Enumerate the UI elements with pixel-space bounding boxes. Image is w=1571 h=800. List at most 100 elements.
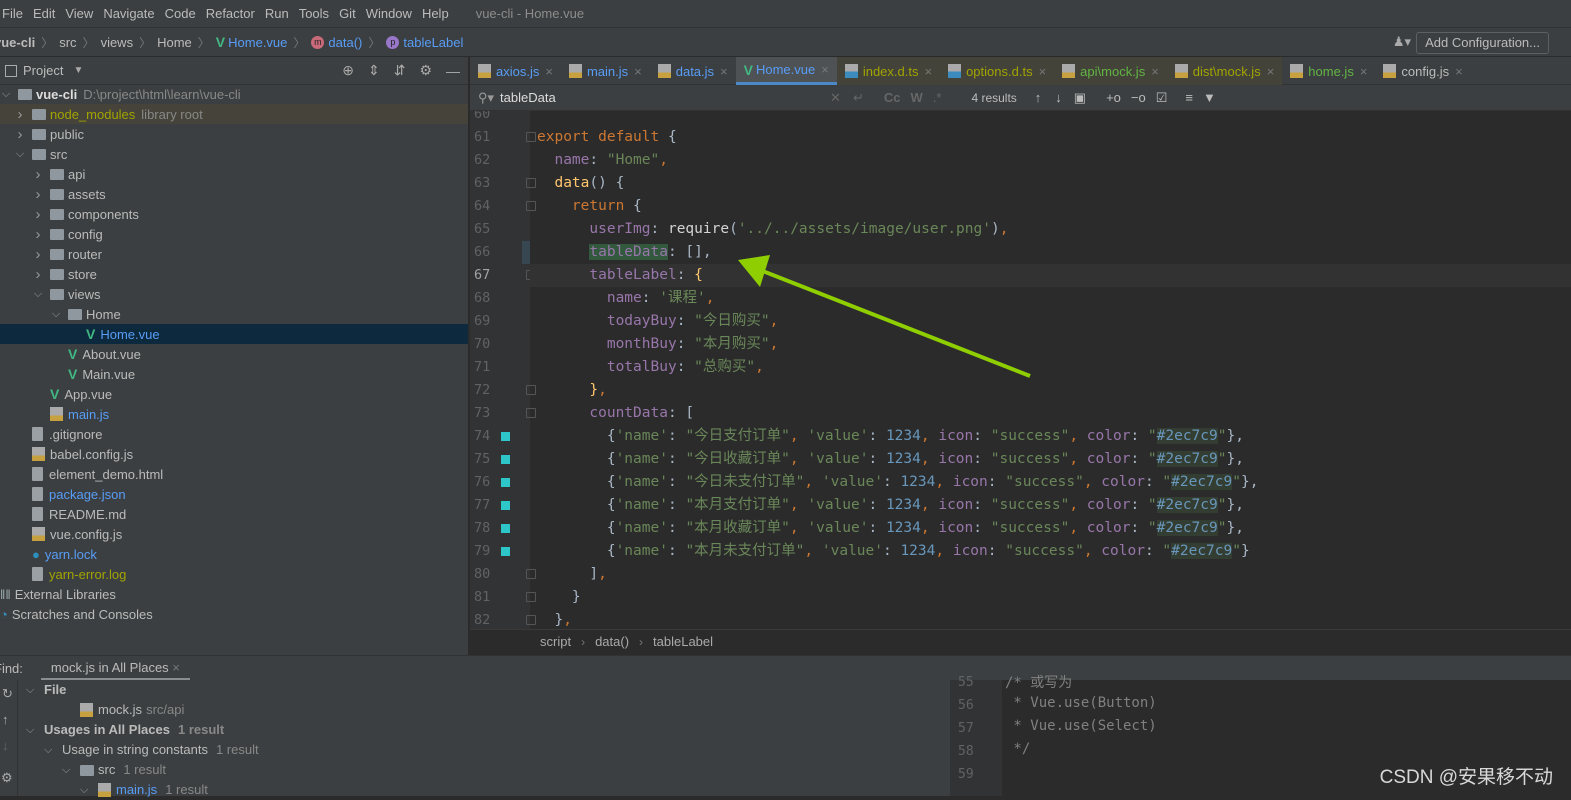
tree-item[interactable]: V About.vue [0,344,468,364]
breadcrumb-item[interactable]: src [59,35,76,50]
close-icon[interactable]: × [634,64,642,79]
close-icon[interactable]: × [924,64,932,79]
tree-item[interactable]: › config [0,224,468,244]
chevron-right-icon[interactable]: › [32,166,44,183]
locate-icon[interactable]: ⊕ [342,62,354,79]
chevron-down-icon[interactable]: ⌵ [32,288,44,301]
menu-view[interactable]: View [60,6,98,21]
menu-tools[interactable]: Tools [294,6,334,21]
search-icon[interactable]: ⚲▾ [478,90,494,106]
fold-marker-icon[interactable] [526,385,536,395]
editor-breadcrumb-item[interactable]: data() [595,634,629,649]
breadcrumb-item[interactable]: V Home.vue [216,34,288,50]
match-case-toggle[interactable]: Cc [884,90,901,105]
expand-all-icon[interactable]: ⇕ [368,62,380,79]
filter-icon[interactable]: ▼ [1203,90,1216,105]
tab-axios-js[interactable]: axios.js × [470,57,561,85]
menu-run[interactable]: Run [260,6,294,21]
up-arrow-icon[interactable]: ↑ [2,712,9,727]
menu-navigate[interactable]: Navigate [98,6,159,21]
tree-item[interactable]: › api [0,164,468,184]
breadcrumb-item[interactable]: Home [157,35,192,50]
find-result-row[interactable]: ⌵ main.js 1 result [80,780,208,800]
select-all-icon[interactable]: ▣ [1074,90,1086,106]
menu-code[interactable]: Code [160,6,201,21]
remove-occurrence-icon[interactable]: −ᴏ [1131,90,1146,105]
close-icon[interactable]: × [821,62,829,77]
tree-item[interactable]: ⌵ Home [0,304,468,324]
tree-item[interactable]: vue.config.js [0,524,468,544]
chevron-down-icon[interactable]: ⌵ [0,88,12,101]
tab-index-d-ts[interactable]: index.d.ts × [836,57,941,85]
tab-main-js[interactable]: main.js × [561,57,650,85]
find-result-row[interactable]: ⌵ Usages in All Places 1 result [26,720,224,740]
down-arrow-icon[interactable]: ↓ [2,738,9,753]
add-configuration-button[interactable]: Add Configuration... [1416,32,1549,54]
close-icon[interactable]: × [545,64,553,79]
tab-options-d-ts[interactable]: options.d.ts × [940,57,1055,85]
menu-file[interactable]: File [0,6,28,21]
chevron-down-icon[interactable]: ⌵ [14,148,26,161]
chevron-down-icon[interactable]: ⌵ [50,308,62,321]
tab-dist-mock-js[interactable]: dist\mock.js × [1166,57,1283,85]
search-input[interactable]: tableData [500,90,800,105]
breadcrumb-item[interactable]: m data() [311,35,362,50]
breadcrumb-item[interactable]: p tableLabel [386,35,463,50]
find-result-row[interactable]: mock.js src/api [62,700,184,720]
close-icon[interactable]: × [1360,64,1368,79]
chevron-down-icon[interactable]: ⌵ [80,780,98,800]
tree-item[interactable]: yarn-error.log [0,564,468,584]
tree-item[interactable]: package.json [0,484,468,504]
editor-breadcrumb-item[interactable]: script [540,634,571,649]
breadcrumb-item[interactable]: vue-cli [0,35,35,50]
select-all-occurrences-icon[interactable]: ☑ [1156,90,1168,106]
tree-item[interactable]: › components [0,204,468,224]
tab-api-mock-js[interactable]: api\mock.js × [1054,57,1167,85]
chevron-down-icon[interactable]: ⌵ [44,740,62,760]
add-occurrence-icon[interactable]: +ᴏ [1106,90,1121,105]
close-icon[interactable]: × [1151,64,1159,79]
chevron-right-icon[interactable]: › [32,226,44,243]
clear-icon[interactable]: ✕ [830,90,841,106]
next-occurrence-icon[interactable]: ↓ [1055,90,1062,105]
tree-item[interactable]: ‖‖ External Libraries [0,584,468,604]
close-icon[interactable]: × [172,660,180,675]
fold-marker-icon[interactable] [526,408,536,418]
tree-item[interactable]: › store [0,264,468,284]
tree-item[interactable]: V Main.vue [0,364,468,384]
previous-occurrence-icon[interactable]: ↑ [1035,90,1042,105]
tab-home-vue[interactable]: V Home.vue × [735,57,837,85]
menu-edit[interactable]: Edit [28,6,60,21]
chevron-down-icon[interactable]: ⌵ [26,720,44,740]
regex-toggle[interactable]: .* [933,90,942,105]
find-result-row[interactable]: ⌵ File [26,680,66,700]
fold-marker-icon[interactable] [526,201,536,211]
newline-icon[interactable]: ↵ [853,90,864,106]
tree-item[interactable]: › node_modules library root [0,104,468,124]
tree-item[interactable]: element_demo.html [0,464,468,484]
menu-window[interactable]: Window [361,6,417,21]
fold-marker-icon[interactable] [526,132,536,142]
tab-config-js[interactable]: config.js × [1375,57,1470,85]
tree-item[interactable]: .gitignore [0,424,468,444]
collapse-all-icon[interactable]: ⇵ [394,62,406,79]
close-icon[interactable]: × [1455,64,1463,79]
gear-icon[interactable]: ⚙ [419,62,432,79]
tree-item[interactable]: ⌵ vue-cli D:\project\html\learn\vue-cli [0,84,468,104]
tree-item[interactable]: ◔ Scratches and Consoles [0,604,468,624]
chevron-right-icon[interactable]: › [32,266,44,283]
fold-marker-icon[interactable] [526,178,536,188]
chevron-down-icon[interactable]: ⌵ [62,760,80,780]
fold-marker-icon[interactable] [526,569,536,579]
fold-marker-icon[interactable] [526,615,536,625]
project-view-selector[interactable]: Project [23,63,63,78]
close-icon[interactable]: × [1039,64,1047,79]
fold-marker-icon[interactable] [526,592,536,602]
tree-item[interactable]: › public [0,124,468,144]
user-account-icon[interactable]: ♟▾ [1393,34,1411,50]
editor-breadcrumb-item[interactable]: tableLabel [653,634,713,649]
words-toggle[interactable]: W [910,90,922,105]
close-icon[interactable]: × [720,64,728,79]
find-result-row[interactable]: ⌵ Usage in string constants 1 result [44,740,259,760]
tab-home-js[interactable]: home.js × [1282,57,1375,85]
